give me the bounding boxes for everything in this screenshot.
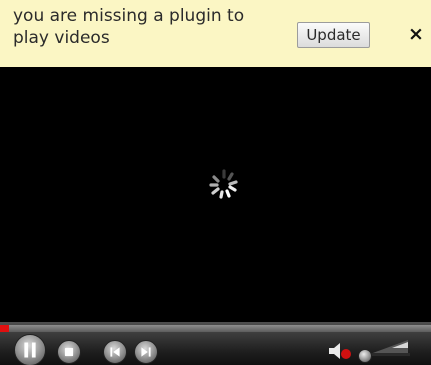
pause-icon	[24, 342, 36, 358]
previous-button[interactable]	[103, 340, 127, 364]
pause-button[interactable]	[14, 334, 46, 365]
stop-button[interactable]	[57, 340, 81, 364]
update-button[interactable]: Update	[297, 22, 370, 48]
close-icon[interactable]: ×	[406, 23, 426, 45]
progress-bar[interactable]	[0, 325, 431, 332]
next-button[interactable]	[134, 340, 158, 364]
plugin-missing-message: you are missing a plugin to play videos	[13, 6, 245, 48]
progress-played	[0, 325, 9, 332]
volume-slider-knob[interactable]	[358, 349, 372, 363]
loading-spinner-icon	[209, 169, 238, 199]
plugin-notification-bar: you are missing a plugin to play videos …	[0, 0, 431, 67]
volume-icon[interactable]	[326, 339, 354, 363]
previous-icon	[110, 347, 120, 357]
player-controls	[0, 322, 431, 365]
video-area[interactable]	[0, 67, 431, 322]
next-icon	[141, 347, 151, 357]
stop-icon	[64, 347, 74, 357]
